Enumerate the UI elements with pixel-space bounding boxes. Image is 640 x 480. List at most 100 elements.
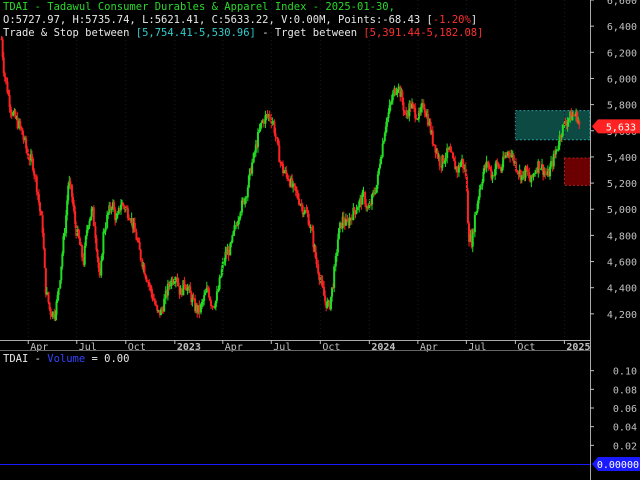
candle-body	[210, 300, 213, 307]
candle-body	[246, 187, 249, 198]
trade-target-line: Trade & Stop between [5,754.41-5,530.96]…	[3, 27, 483, 40]
candle-body	[333, 266, 336, 288]
target-zone-rect	[563, 157, 591, 186]
candle-body	[444, 158, 447, 162]
title-text: TDAI - Tadawul Consumer Durables & Appar…	[3, 1, 395, 13]
candle-body	[315, 257, 318, 265]
candle-body	[81, 245, 84, 258]
candle-body	[297, 198, 300, 205]
candle-body	[256, 131, 259, 148]
price-tick-label: 4,400	[607, 284, 637, 295]
candle-body	[438, 156, 441, 167]
candle-body	[526, 169, 529, 173]
time-tick-label: Apr	[420, 342, 438, 353]
candle-body	[3, 73, 6, 78]
price-tick-label: 6,600	[607, 0, 637, 7]
candle-body	[102, 231, 105, 254]
time-tick-label: Oct	[322, 342, 340, 353]
candle-body	[245, 197, 248, 199]
candle-body	[567, 118, 570, 122]
candle-body	[145, 277, 148, 282]
candle-body	[110, 208, 113, 210]
time-tick-label: 2025	[566, 342, 590, 353]
candle-body	[55, 301, 58, 315]
trade-prefix: Trade & Stop between	[3, 27, 136, 39]
candle-body	[163, 298, 166, 312]
target-prefix: - Trget between	[255, 27, 364, 39]
time-tick-label: Jul	[273, 342, 291, 353]
candle-body	[57, 288, 60, 296]
candle-body	[95, 238, 98, 251]
candle-body	[403, 110, 406, 113]
candle-body	[532, 173, 535, 177]
candle-body	[169, 285, 172, 287]
candle-body	[544, 171, 547, 174]
candle-body	[86, 226, 89, 231]
candle-body	[561, 124, 564, 136]
candle-body	[2, 57, 5, 74]
trade-zone-rect	[514, 110, 591, 141]
candle-body	[207, 288, 210, 297]
candle-body	[34, 175, 37, 177]
candle-body	[520, 175, 523, 181]
candle-body	[88, 220, 91, 227]
candle-body	[578, 121, 581, 125]
candle-body	[37, 194, 40, 203]
volume-value-tag: 0.00000	[592, 457, 640, 471]
target-range: [5,391.44-5,182.08]	[363, 27, 484, 39]
candle-body	[479, 185, 482, 190]
candle-body	[4, 77, 7, 82]
candle-body	[92, 207, 95, 227]
volume-value: = 0.00	[85, 353, 130, 365]
volume-tag-text: 0.00000	[597, 460, 639, 471]
candle-body	[538, 161, 541, 170]
candle-body	[452, 152, 455, 158]
candle-body	[353, 207, 356, 212]
change-open-bracket: [	[420, 14, 433, 26]
candle-body	[122, 203, 125, 207]
change-close-bracket: ]	[470, 14, 478, 26]
price-series	[0, 35, 581, 322]
candle-body	[104, 227, 107, 232]
candle-body	[40, 211, 43, 216]
candle-body	[473, 214, 476, 233]
price-tick-label: 5,800	[607, 101, 637, 112]
time-tick-label: Apr	[30, 342, 48, 353]
chart-area: 4,2004,4004,6004,8005,0005,2005,4005,600…	[0, 0, 640, 480]
candle-body	[231, 235, 234, 243]
price-tick-label: 4,200	[607, 310, 637, 321]
current-price-tag: 5,633	[592, 119, 640, 134]
candle-body	[127, 218, 130, 220]
candle-body	[268, 114, 271, 119]
volume-header: TDAI - Volume = 0.00	[3, 353, 129, 365]
time-tick-label: 2024	[371, 342, 395, 353]
candle-body	[385, 118, 388, 127]
time-x-axis: Apr Jul Oct 2023 Apr Jul Oct 2024 Apr Jul Oct 2025	[27, 0, 591, 353]
candle-body	[402, 101, 405, 111]
candle-body	[293, 183, 296, 187]
candle-body	[380, 156, 383, 164]
candle-body	[139, 249, 142, 260]
candle-body	[218, 277, 221, 289]
candle-body	[321, 279, 324, 287]
price-tick-label: 6,200	[607, 48, 637, 59]
chart-title: TDAI - Tadawul Consumer Durables & Appar…	[3, 1, 395, 14]
candle-body	[251, 162, 254, 174]
volume-tick-label: 0.10	[613, 367, 637, 378]
volume-tick-label: 0.08	[613, 385, 637, 396]
candle-body	[278, 145, 281, 162]
candle-body	[204, 292, 207, 296]
candle-body	[280, 162, 283, 165]
time-tick-label: Oct	[128, 342, 146, 353]
candle-body	[83, 245, 86, 265]
candle-body	[100, 260, 103, 276]
target-zone	[563, 157, 591, 186]
volume-tick-label: 0.02	[613, 441, 637, 452]
candle-body	[151, 292, 154, 299]
time-tick-label: Jul	[468, 342, 486, 353]
ohlc-line: O:5727.97, H:5735.74, L:5621.41, C:5633.…	[3, 14, 477, 27]
candle-body	[450, 151, 453, 153]
candle-body	[497, 163, 500, 168]
candle-body	[381, 143, 384, 157]
candle-body	[431, 130, 434, 145]
